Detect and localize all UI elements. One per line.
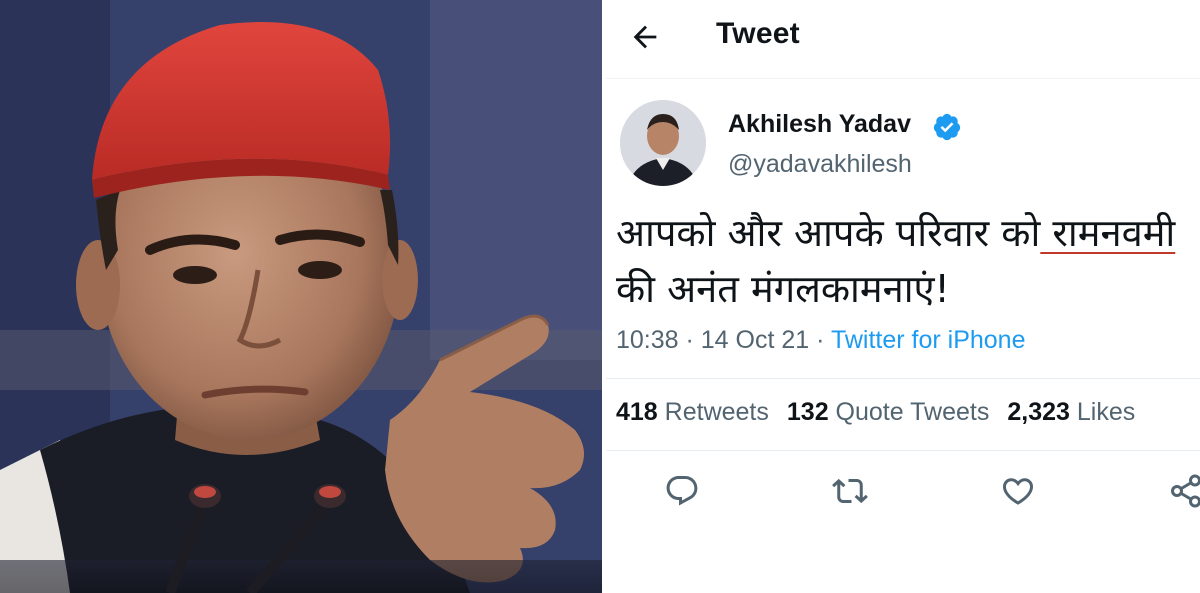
tweet-stats: 418 Retweets 132 Quote Tweets 2,323 Likes bbox=[616, 398, 1153, 427]
tweet-date[interactable]: 14 Oct 21 bbox=[701, 326, 809, 354]
tweet-panel: Tweet Akhilesh Yadav @yadavakhilesh आपको… bbox=[606, 0, 1200, 593]
composite-image: Tweet Akhilesh Yadav @yadavakhilesh आपको… bbox=[0, 0, 1200, 593]
meta-separator: · bbox=[678, 326, 701, 354]
tweet-time[interactable]: 10:38 bbox=[616, 326, 679, 354]
likes-count: 2,323 bbox=[1007, 398, 1070, 426]
avatar-image bbox=[620, 100, 706, 186]
author-display-name[interactable]: Akhilesh Yadav bbox=[728, 110, 911, 139]
page-title: Tweet bbox=[716, 17, 800, 50]
retweets-label: Retweets bbox=[657, 398, 769, 426]
share-icon[interactable] bbox=[1168, 473, 1200, 509]
tweet-meta: 10:38 · 14 Oct 21 · Twitter for iPhone bbox=[616, 326, 1025, 355]
quote-tweets-stat[interactable]: 132 Quote Tweets bbox=[787, 398, 989, 426]
tweet-text-part: आपको और आपके परिवार को bbox=[616, 211, 1041, 255]
retweets-count: 418 bbox=[616, 398, 658, 426]
tweet-text-line-1: आपको और आपके परिवार को रामनवमी bbox=[616, 205, 1175, 261]
tweet-header: Tweet bbox=[606, 0, 1200, 79]
heart-icon[interactable] bbox=[1000, 473, 1036, 509]
likes-label: Likes bbox=[1069, 398, 1136, 426]
tweet-text-line-2: की अनंत मंगलकामनाएं! bbox=[616, 267, 950, 311]
tweet-text: आपको और आपके परिवार को रामनवमी की अनंत म… bbox=[616, 205, 1175, 317]
author-handle[interactable]: @yadavakhilesh bbox=[728, 150, 912, 179]
meta-separator: · bbox=[809, 326, 831, 354]
speaker-photo bbox=[0, 0, 602, 593]
avatar[interactable] bbox=[620, 100, 706, 186]
arrow-left-icon[interactable] bbox=[628, 20, 662, 54]
tweet-source-link[interactable]: Twitter for iPhone bbox=[831, 326, 1026, 354]
divider bbox=[606, 378, 1200, 379]
quote-tweets-label: Quote Tweets bbox=[828, 398, 990, 426]
divider bbox=[606, 450, 1200, 451]
tweet-text-underlined: रामनवमी bbox=[1040, 211, 1176, 255]
speaker-illustration bbox=[0, 0, 602, 593]
verified-badge-icon bbox=[933, 113, 961, 141]
reply-icon[interactable] bbox=[664, 473, 700, 509]
likes-stat[interactable]: 2,323 Likes bbox=[1007, 398, 1135, 426]
retweets-stat[interactable]: 418 Retweets bbox=[616, 398, 769, 426]
retweet-icon[interactable] bbox=[832, 473, 868, 509]
quote-tweets-count: 132 bbox=[786, 398, 829, 426]
